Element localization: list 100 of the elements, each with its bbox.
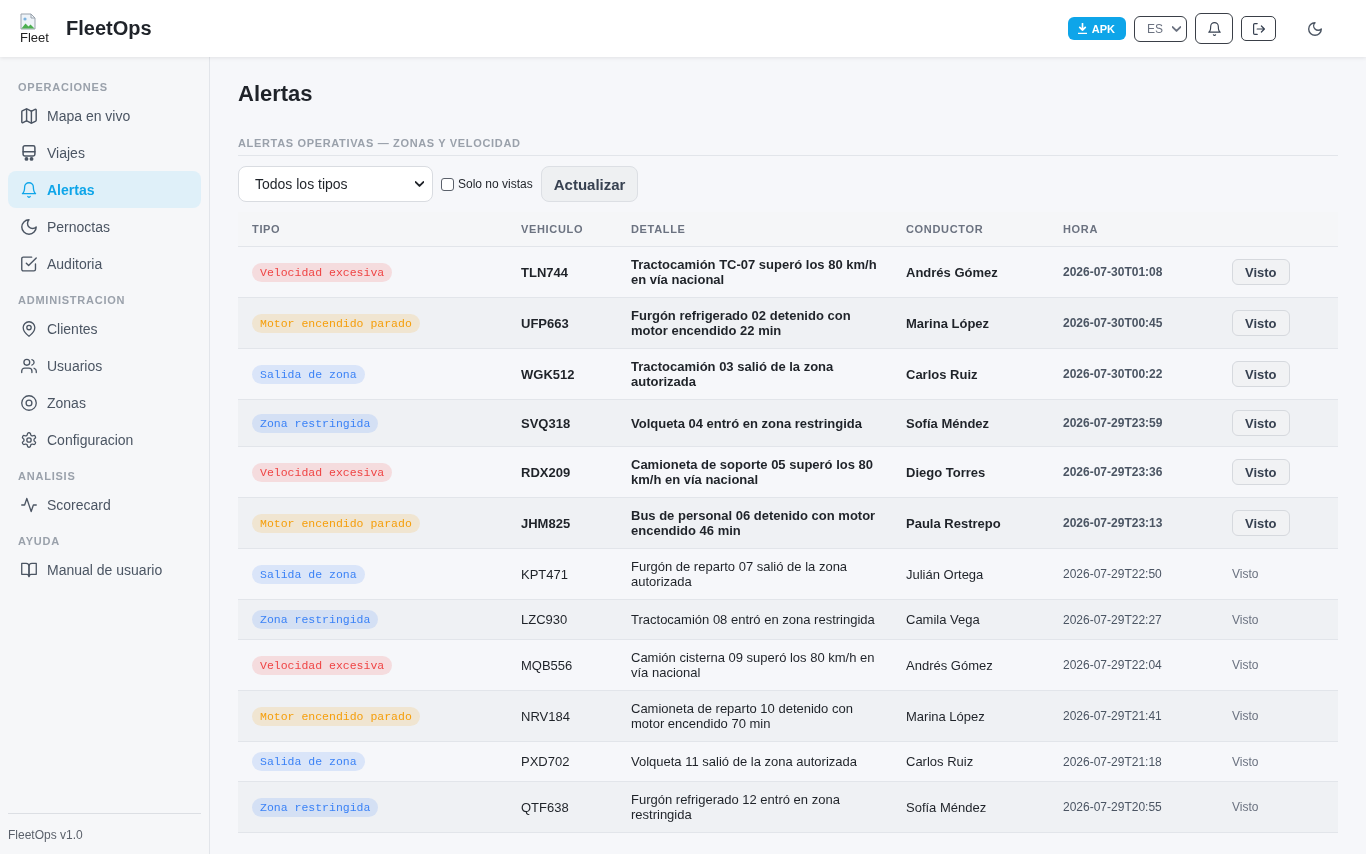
refresh-button[interactable]: Actualizar: [540, 166, 639, 202]
seen-status: Visto: [1232, 800, 1259, 814]
table-cell: Sofía Méndez: [892, 781, 1049, 833]
sidebar-item[interactable]: Viajes: [8, 134, 201, 171]
check-square-icon: [21, 255, 37, 272]
sidebar-item[interactable]: Usuarios: [8, 347, 201, 384]
sidebar-section-label: OPERACIONES: [18, 80, 108, 94]
table-cell: Marina López: [892, 690, 1049, 742]
table-cell: LZC930: [507, 599, 617, 640]
page-title: Alertas: [238, 81, 314, 107]
alert-type-tag: Motor encendido parado: [252, 313, 420, 333]
mark-seen-button[interactable]: Visto: [1232, 510, 1290, 536]
download-icon: [1077, 23, 1087, 34]
table-cell: 2026-07-30T01:08: [1063, 265, 1163, 279]
table-cell: Carlos Ruiz: [892, 741, 1049, 782]
table-cell: WGK512: [507, 348, 617, 400]
bell-icon: [1207, 21, 1221, 36]
bus-icon: [21, 144, 37, 161]
table-cell: Camila Vega: [892, 599, 1049, 640]
alert-type-tag: Salida de zona: [252, 364, 365, 384]
table-cell: 2026-07-29T23:59: [1063, 416, 1163, 430]
settings-icon: [21, 431, 37, 448]
table-cell: Diego Torres: [892, 446, 1049, 498]
table-cell: RDX209: [507, 446, 617, 498]
table-cell: UFP663: [507, 297, 617, 349]
table-cell: 2026-07-29T22:50: [1063, 567, 1162, 581]
logout-icon: [1252, 22, 1265, 35]
logout-button[interactable]: [1241, 16, 1276, 41]
alert-type-tag: Velocidad excesiva: [252, 262, 393, 282]
alert-type-select[interactable]: Todos los tipos: [238, 166, 433, 202]
table-cell: Carlos Ruiz: [892, 348, 1049, 400]
mark-seen-button[interactable]: Visto: [1232, 310, 1290, 336]
table-cell: Camioneta de soporte 05 superó los 80 km/h en vía nacional: [617, 446, 892, 498]
sidebar-item[interactable]: Scorecard: [8, 486, 201, 523]
mark-seen-button[interactable]: Visto: [1232, 459, 1290, 485]
table-cell: Furgón de reparto 07 salió de la zona autorizada: [617, 548, 892, 600]
table-cell: Volqueta 11 salió de la zona autorizada: [617, 741, 892, 782]
table-cell: MQB556: [507, 639, 617, 691]
app-title: FleetOps: [66, 17, 152, 40]
table-cell: Furgón refrigerado 12 entró en zona restringida: [617, 781, 892, 833]
chevron-down-icon: [415, 181, 424, 187]
alert-type-tag: Zona restringida: [252, 610, 379, 629]
table-cell: Julián Ortega: [892, 548, 1049, 600]
table-cell: Camión cisterna 09 superó los 80 km/h en vía nacional: [617, 639, 892, 691]
sidebar-item[interactable]: Configuracion: [8, 421, 201, 458]
table-cell: 2026-07-29T22:27: [1063, 612, 1162, 627]
broken-image-icon: [20, 12, 36, 30]
section-label: ALERTAS OPERATIVAS — ZONAS Y VELOCIDAD: [238, 137, 521, 149]
table-cell: 2026-07-29T23:13: [1063, 516, 1163, 530]
sidebar-item[interactable]: Clientes: [8, 310, 201, 347]
bell-icon: [21, 181, 37, 198]
table-cell: QTF638: [507, 781, 617, 833]
alert-type-tag: Motor encendido parado: [252, 706, 420, 726]
logo-alt-text: Fleet: [20, 29, 49, 45]
checkbox[interactable]: [441, 177, 454, 191]
sidebar-section-label: ADMINISTRACION: [18, 293, 126, 307]
map-icon: [21, 107, 37, 124]
table-cell: Paula Restrepo: [892, 497, 1049, 549]
alert-type-tag: Zona restringida: [252, 413, 379, 433]
sidebar-section-label: AYUDA: [18, 534, 60, 548]
alert-type-tag: Velocidad excesiva: [252, 462, 393, 482]
mark-seen-button[interactable]: Visto: [1232, 259, 1290, 285]
table-cell: KPT471: [507, 548, 617, 600]
table-cell: 2026-07-30T00:45: [1063, 316, 1163, 330]
sidebar-item[interactable]: Auditoria: [8, 245, 201, 282]
seen-status: Visto: [1232, 612, 1259, 627]
moon-icon: [1308, 21, 1322, 36]
table-cell: Camioneta de reparto 10 detenido con motor encendido 70 min: [617, 690, 892, 742]
table-cell: Tractocamión TC-07 superó los 80 km/h en vía nacional: [617, 246, 892, 298]
table-cell: SVQ318: [507, 399, 617, 447]
table-cell: JHM825: [507, 497, 617, 549]
app-version: FleetOps v1.0: [8, 828, 83, 842]
users-icon: [21, 357, 37, 374]
table-cell: Bus de personal 06 detenido con motor encendido 46 min: [617, 497, 892, 549]
sidebar-item[interactable]: Manual de usuario: [8, 551, 201, 588]
table-cell: 2026-07-29T22:04: [1063, 658, 1162, 672]
seen-status: Visto: [1232, 709, 1259, 723]
language-select[interactable]: ES: [1134, 15, 1187, 42]
checkbox-label[interactable]: Solo no vistas: [458, 177, 533, 191]
sidebar-item[interactable]: Zonas: [8, 384, 201, 421]
sidebar-section-label: ANALISIS: [18, 469, 76, 483]
alert-type-tag: Motor encendido parado: [252, 513, 420, 533]
table-cell: 2026-07-29T21:18: [1063, 754, 1162, 769]
table-cell: Marina López: [892, 297, 1049, 349]
target-icon: [21, 394, 37, 411]
alert-type-tag: Salida de zona: [252, 564, 365, 584]
table-cell: PXD702: [507, 741, 617, 782]
table-cell: Volqueta 04 entró en zona restringida: [617, 399, 892, 447]
table-cell: 2026-07-29T23:36: [1063, 465, 1163, 479]
table-cell: NRV184: [507, 690, 617, 742]
table-cell: Andrés Gómez: [892, 639, 1049, 691]
mark-seen-button[interactable]: Visto: [1232, 361, 1290, 387]
alert-type-tag: Salida de zona: [252, 752, 365, 771]
alert-type-tag: Velocidad excesiva: [252, 655, 393, 675]
book-icon: [21, 561, 37, 578]
sidebar-item[interactable]: Mapa en vivo: [8, 97, 201, 134]
seen-status: Visto: [1232, 567, 1259, 581]
mark-seen-button[interactable]: Visto: [1232, 410, 1290, 436]
sidebar-item[interactable]: Pernoctas: [8, 208, 201, 245]
notifications-button[interactable]: [1195, 13, 1233, 44]
